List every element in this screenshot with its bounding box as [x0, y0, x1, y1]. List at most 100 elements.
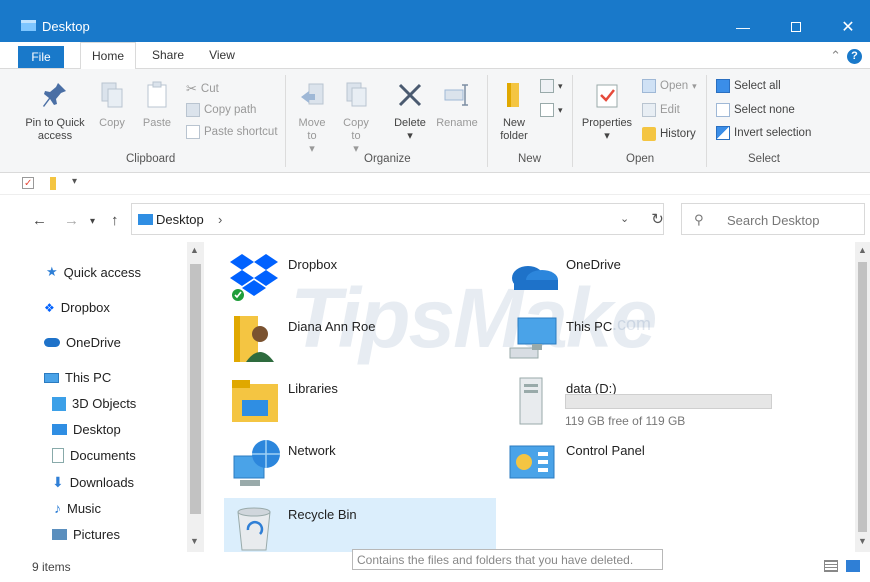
cube-icon [52, 396, 66, 411]
history-icon [642, 127, 656, 141]
clipboard-icon [147, 81, 167, 108]
copy-path-button[interactable]: Copy path [186, 103, 256, 117]
item-this-pc[interactable]: This PC [502, 310, 774, 370]
ribbon-separator [285, 75, 286, 167]
select-all-button[interactable]: Select all [716, 79, 781, 93]
edit-button[interactable]: Edit [642, 103, 680, 117]
nav-item-onedrive[interactable]: OneDrive [44, 335, 121, 350]
forward-button[interactable]: → [64, 212, 79, 229]
collapse-ribbon-icon[interactable]: ⌃ [830, 48, 841, 64]
tab-file[interactable]: File [18, 46, 64, 68]
item-label: Dropbox [288, 257, 338, 272]
item-label: Recycle Bin [288, 507, 357, 522]
tooltip: Contains the files and folders that you … [352, 549, 663, 570]
nav-item-quick-access[interactable]: ★ Quick access [46, 264, 141, 280]
dropbox-icon [230, 254, 278, 301]
move-to-icon [301, 83, 324, 105]
history-button[interactable]: History [642, 127, 696, 141]
window-title: Desktop [42, 19, 90, 34]
scroll-up-icon[interactable]: ▲ [190, 245, 199, 255]
pin-icon [43, 83, 66, 107]
easy-access-button[interactable]: ▾ [540, 103, 563, 117]
nav-item-dropbox[interactable]: ❖ Dropbox [44, 300, 110, 315]
onedrive-icon [512, 266, 558, 290]
nav-item-desktop[interactable]: Desktop [52, 422, 121, 437]
open-button[interactable]: Open ▾ [642, 79, 697, 93]
item-dropbox[interactable]: Dropbox [224, 248, 496, 308]
cut-button[interactable]: ✂ Cut [186, 81, 219, 97]
delete-label: Delete [394, 117, 426, 129]
item-diana-ann-roe[interactable]: Diana Ann Roe [224, 310, 496, 370]
tab-view[interactable]: View [204, 42, 240, 69]
item-onedrive[interactable]: OneDrive [502, 248, 774, 308]
item-libraries[interactable]: Libraries [224, 372, 496, 432]
network-icon [233, 440, 280, 486]
copy-to-button[interactable]: Copy to ▾ [338, 81, 374, 156]
copy-path-icon [186, 103, 200, 117]
edit-icon [642, 103, 656, 117]
new-item-button[interactable]: ▾ [540, 79, 563, 93]
nav-scrollbar[interactable]: ▲ ▼ [187, 242, 204, 552]
star-icon: ★ [46, 264, 58, 279]
breadcrumb[interactable]: Desktop [156, 212, 204, 227]
paste-shortcut-button[interactable]: Paste shortcut [186, 125, 278, 139]
tab-share[interactable]: Share [148, 42, 188, 69]
scroll-down-icon[interactable]: ▼ [858, 536, 867, 546]
maximize-button[interactable] [773, 12, 819, 42]
title-bar: Desktop — ✕ [0, 0, 870, 42]
close-button[interactable]: ✕ [825, 12, 870, 42]
navigation-pane: ★ Quick access ❖ Dropbox OneDrive This PC … [0, 242, 205, 552]
nav-item-pictures[interactable]: Pictures [52, 527, 120, 542]
scroll-thumb[interactable] [858, 262, 867, 532]
paste-button[interactable]: Paste [138, 81, 176, 130]
nav-item-3d-objects[interactable]: 3D Objects [52, 396, 136, 411]
paste-shortcut-icon [186, 125, 200, 139]
pin-to-quick-access-button[interactable]: Pin to Quick access [22, 81, 88, 143]
details-view-icon[interactable] [824, 560, 838, 572]
scroll-down-icon[interactable]: ▼ [190, 536, 199, 546]
invert-selection-button[interactable]: Invert selection [716, 126, 811, 140]
invert-selection-icon [716, 126, 730, 140]
nav-item-downloads[interactable]: ⬇ Downloads [52, 474, 134, 491]
recent-locations-button[interactable]: ▾ [90, 216, 95, 227]
move-to-button[interactable]: Move to ▾ [294, 81, 330, 156]
item-network[interactable]: Network [224, 434, 496, 494]
paste-label: Paste [142, 117, 172, 129]
content-scrollbar[interactable]: ▲ ▼ [855, 242, 870, 552]
select-none-button[interactable]: Select none [716, 103, 795, 117]
large-icons-view-icon[interactable] [846, 560, 860, 572]
item-label: OneDrive [566, 257, 621, 272]
item-label: Libraries [288, 381, 338, 396]
copy-button[interactable]: Copy [94, 81, 130, 130]
nav-item-music[interactable]: ♪ Music [54, 500, 101, 516]
minimize-button[interactable]: — [720, 12, 766, 42]
scroll-up-icon[interactable]: ▲ [858, 245, 867, 255]
new-group-label: New [518, 153, 542, 165]
back-button[interactable]: ← [32, 212, 47, 229]
nav-item-documents[interactable]: Documents [52, 448, 136, 463]
scroll-thumb[interactable] [190, 264, 201, 514]
new-folder-qat-icon[interactable] [50, 177, 56, 190]
rename-button[interactable]: Rename [434, 81, 480, 130]
refresh-button[interactable]: ↻ [640, 203, 675, 235]
tab-home[interactable]: Home [80, 42, 136, 70]
search-box[interactable]: ⚲ Search Desktop [681, 203, 865, 235]
rename-label: Rename [436, 117, 478, 129]
open-icon [642, 79, 656, 93]
item-label: Network [288, 443, 336, 458]
chevron-right-icon[interactable]: › [218, 212, 222, 227]
easy-access-icon [540, 103, 554, 117]
address-bar[interactable]: Desktop › ⌄ [131, 203, 664, 235]
help-icon[interactable]: ? [847, 48, 862, 64]
properties-button[interactable]: Properties ▾ [578, 81, 636, 143]
delete-button[interactable]: Delete ▾ [390, 81, 430, 143]
clipboard-group-label: Clipboard [126, 153, 176, 165]
nav-item-this-pc[interactable]: This PC [44, 370, 111, 385]
new-folder-button[interactable]: New folder [494, 81, 534, 143]
item-control-panel[interactable]: Control Panel [502, 434, 774, 494]
document-icon [52, 448, 64, 463]
up-button[interactable]: ↑ [111, 212, 119, 229]
chevron-down-icon[interactable]: ⌄ [620, 212, 629, 225]
customize-qat-icon[interactable]: ▾ [72, 176, 77, 187]
ribbon: Pin to Quick access Copy Paste ✂ Cut Copy… [0, 69, 870, 173]
